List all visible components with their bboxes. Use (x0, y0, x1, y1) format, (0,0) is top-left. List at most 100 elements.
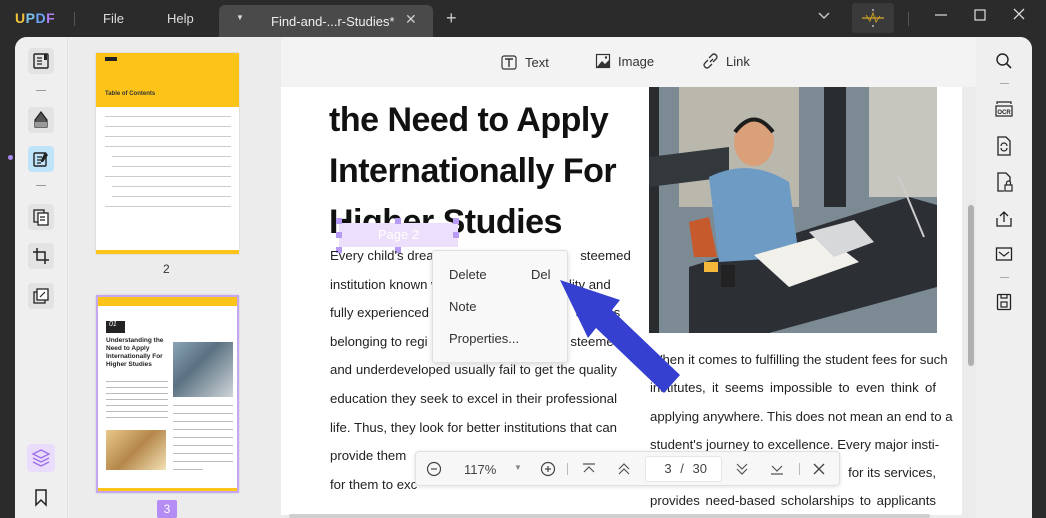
menu-item-label[interactable]: Delete (449, 267, 487, 282)
toc-line (112, 156, 231, 157)
text-line: institutes, it seems impossible to even … (650, 380, 936, 396)
reader-mode-icon[interactable] (28, 48, 54, 74)
crop-icon[interactable] (28, 243, 54, 269)
text-line (106, 381, 168, 382)
page-number-input[interactable]: 3 / 30 (645, 456, 722, 482)
divider (567, 463, 568, 475)
resize-handle[interactable] (453, 232, 459, 238)
text-line (173, 421, 233, 422)
compress-icon[interactable] (28, 283, 54, 309)
zoom-navigation-bar: 117% ▼ 3 / 30 (415, 451, 840, 486)
new-tab-button[interactable]: + (446, 8, 457, 29)
title-line[interactable]: Internationally For (329, 146, 617, 197)
current-page-badge: 3 (157, 500, 177, 518)
maximize-button[interactable] (972, 6, 988, 27)
zoom-level[interactable]: 117% (464, 462, 496, 477)
menu-help[interactable]: Help (167, 11, 194, 26)
link-icon (703, 53, 718, 69)
logo-letter: F (46, 10, 56, 26)
logo-letter: U (15, 10, 26, 26)
add-text-button[interactable]: Text (500, 53, 549, 71)
tab-dropdown-icon[interactable]: ▼ (236, 13, 244, 22)
toc-line (105, 116, 231, 117)
resize-handle[interactable] (336, 218, 342, 224)
divider (799, 463, 800, 475)
right-column-text[interactable]: When it comes to fulfilling the student … (650, 346, 953, 516)
divider (74, 12, 75, 26)
tab-title: Find-and-...r-Studies* (271, 14, 395, 29)
minimize-button[interactable] (933, 6, 949, 27)
add-link-button[interactable]: Link (703, 53, 750, 69)
thumbnail-footer-band (98, 488, 237, 491)
horizontal-scrollbar[interactable] (289, 514, 930, 518)
edit-pdf-icon[interactable] (28, 146, 54, 172)
resize-handle[interactable] (395, 218, 401, 224)
image-icon (595, 53, 611, 69)
document-tab[interactable]: ▼ Find-and-...r-Studies* ✕ (219, 5, 433, 37)
student-photo[interactable] (649, 87, 937, 333)
convert-icon[interactable] (993, 135, 1015, 157)
resize-handle[interactable] (336, 232, 342, 238)
divider (1000, 83, 1009, 84)
highlight-icon[interactable] (28, 107, 54, 133)
text-line: education they seek to excel in their pr… (330, 390, 617, 406)
left-toolbar (15, 37, 68, 518)
text-line: life. Thus, they look for better institu… (330, 419, 617, 435)
resize-handle[interactable] (453, 218, 459, 224)
updf-logo: UPDF (15, 10, 55, 26)
close-window-button[interactable] (1011, 6, 1027, 27)
menu-item-label[interactable]: Properties... (449, 331, 519, 346)
text-line (173, 429, 233, 430)
avatar[interactable] (852, 3, 894, 33)
add-image-button[interactable]: Image (595, 53, 654, 69)
thumbnail-logo (105, 57, 117, 61)
vertical-scrollbar[interactable] (968, 205, 974, 366)
thumbnail-header-band: Table of Contents (96, 53, 239, 107)
page-thumbnail-2[interactable]: Table of Contents (96, 53, 239, 254)
bookmark-icon[interactable] (28, 485, 54, 511)
text-line (173, 461, 233, 462)
share-icon[interactable] (993, 208, 1015, 230)
thumbnail-photo (106, 430, 166, 470)
title-line[interactable]: the Need to Apply (329, 95, 616, 146)
text-line (106, 417, 168, 418)
edit-toolbar: Text Image Link (281, 37, 977, 87)
first-page-button[interactable] (581, 462, 597, 479)
chevron-down-icon[interactable] (817, 8, 831, 24)
last-page-button[interactable] (769, 462, 785, 479)
logo-letter: P (25, 10, 36, 26)
next-page-button[interactable] (734, 462, 750, 479)
close-zoom-bar-button[interactable] (811, 461, 827, 480)
zoom-in-button[interactable] (540, 461, 556, 480)
zoom-dropdown-icon[interactable]: ▼ (514, 463, 522, 472)
thumbnail-footer-band (96, 250, 239, 254)
text-icon (501, 55, 517, 70)
menu-item-label[interactable]: Note (449, 299, 476, 314)
shortcut-label: Del (531, 267, 551, 282)
text-line (173, 445, 233, 446)
current-page: 3 (664, 461, 672, 476)
ocr-icon[interactable]: OCR (993, 98, 1015, 120)
toc-line (105, 126, 231, 127)
save-icon[interactable] (993, 291, 1015, 313)
text-label: Text (525, 54, 549, 70)
organize-pages-icon[interactable] (28, 204, 54, 230)
text-line (173, 469, 203, 470)
zoom-out-button[interactable] (426, 461, 442, 480)
toc-line (112, 186, 231, 187)
text-line (106, 393, 168, 394)
logo-letter: D (35, 10, 47, 26)
previous-page-button[interactable] (616, 462, 632, 479)
protect-icon[interactable] (993, 171, 1015, 193)
text-line (106, 399, 168, 400)
divider (908, 12, 909, 26)
text-line (173, 413, 233, 414)
search-icon[interactable] (993, 50, 1015, 72)
tab-close-icon[interactable]: ✕ (405, 11, 417, 28)
layers-icon[interactable] (27, 444, 55, 472)
link-label: Link (726, 53, 750, 69)
page-thumbnail-3[interactable]: 01 Understanding the Need to Apply Inter… (96, 295, 239, 493)
divider (1000, 277, 1009, 278)
email-icon[interactable] (993, 243, 1015, 265)
menu-file[interactable]: File (103, 11, 124, 26)
